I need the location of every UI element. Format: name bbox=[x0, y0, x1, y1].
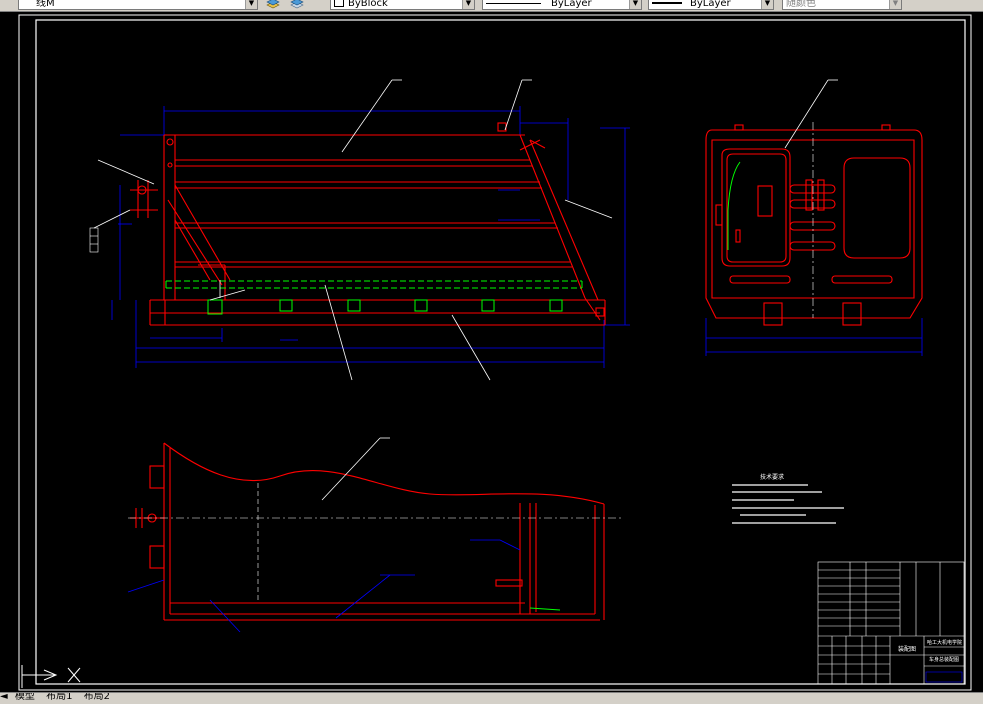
side-view-body bbox=[705, 124, 923, 326]
chevron-down-icon[interactable]: ▼ bbox=[761, 0, 773, 9]
layer-dropdown[interactable]: 线M ▼ bbox=[18, 0, 258, 10]
lineweight-dropdown[interactable]: ByLayer ▼ bbox=[648, 0, 774, 10]
title-block-company: 哈工大机电学院 bbox=[927, 639, 962, 646]
layout-tabs: ◄ 模型 布局1 布局2 bbox=[0, 692, 983, 704]
lineweight-dropdown-value: ByLayer bbox=[690, 0, 731, 9]
side-view[interactable] bbox=[705, 79, 923, 356]
title-block-material: 装配图 bbox=[898, 645, 916, 653]
linetype-dropdown[interactable]: ByLayer ▼ bbox=[482, 0, 642, 10]
top-view[interactable] bbox=[127, 437, 622, 633]
color-swatch bbox=[334, 0, 344, 7]
front-view-dimensions bbox=[111, 106, 630, 368]
drawing-canvas[interactable]: 技术要求 装配图 哈工大机电学院 车身总装配图 bbox=[0, 11, 983, 692]
chevron-down-icon[interactable]: ▼ bbox=[889, 0, 901, 9]
layer-dropdown-value: 线M bbox=[36, 0, 55, 9]
front-view-hidden-lines bbox=[165, 280, 583, 315]
chevron-down-icon[interactable]: ▼ bbox=[462, 0, 474, 9]
notes-body bbox=[732, 484, 844, 524]
title-block[interactable]: 装配图 哈工大机电学院 车身总装配图 bbox=[817, 561, 965, 685]
lineweight-sample bbox=[652, 2, 682, 4]
chevron-down-icon[interactable]: ▼ bbox=[629, 0, 641, 9]
side-view-dimensions bbox=[705, 318, 923, 356]
top-view-hidden-green bbox=[529, 607, 561, 611]
front-view-leaders bbox=[93, 79, 613, 381]
title-block-drawing-name: 车身总装配图 bbox=[929, 656, 959, 663]
sheet-border bbox=[18, 14, 972, 691]
technical-notes: 技术要求 bbox=[732, 473, 844, 524]
top-view-dimensions bbox=[127, 539, 521, 633]
notes-title: 技术要求 bbox=[760, 473, 784, 481]
tab-model[interactable]: 模型 bbox=[15, 693, 35, 702]
color-dropdown[interactable]: ByBlock ▼ bbox=[330, 0, 475, 10]
chevron-down-icon[interactable]: ▼ bbox=[245, 0, 257, 9]
side-view-leader bbox=[784, 79, 829, 149]
linetype-dropdown-value: ByLayer bbox=[551, 0, 592, 9]
top-view-leader bbox=[321, 437, 381, 501]
tab-first-icon[interactable]: ◄ bbox=[0, 693, 8, 702]
tab-layout2[interactable]: 布局2 bbox=[84, 693, 110, 702]
side-view-hidden-line bbox=[727, 161, 741, 250]
plotstyle-dropdown[interactable]: 随颜色 ▼ bbox=[782, 0, 902, 10]
tab-layout1[interactable]: 布局1 bbox=[46, 693, 72, 702]
plotstyle-dropdown-value: 随颜色 bbox=[786, 0, 816, 9]
layer-previous-icon[interactable] bbox=[290, 0, 304, 9]
front-view[interactable] bbox=[89, 79, 630, 381]
color-dropdown-value: ByBlock bbox=[348, 0, 388, 9]
linetype-sample bbox=[486, 3, 541, 4]
layer-state-icon[interactable] bbox=[266, 0, 280, 9]
front-view-body bbox=[130, 122, 606, 326]
front-view-balloons bbox=[89, 227, 99, 253]
